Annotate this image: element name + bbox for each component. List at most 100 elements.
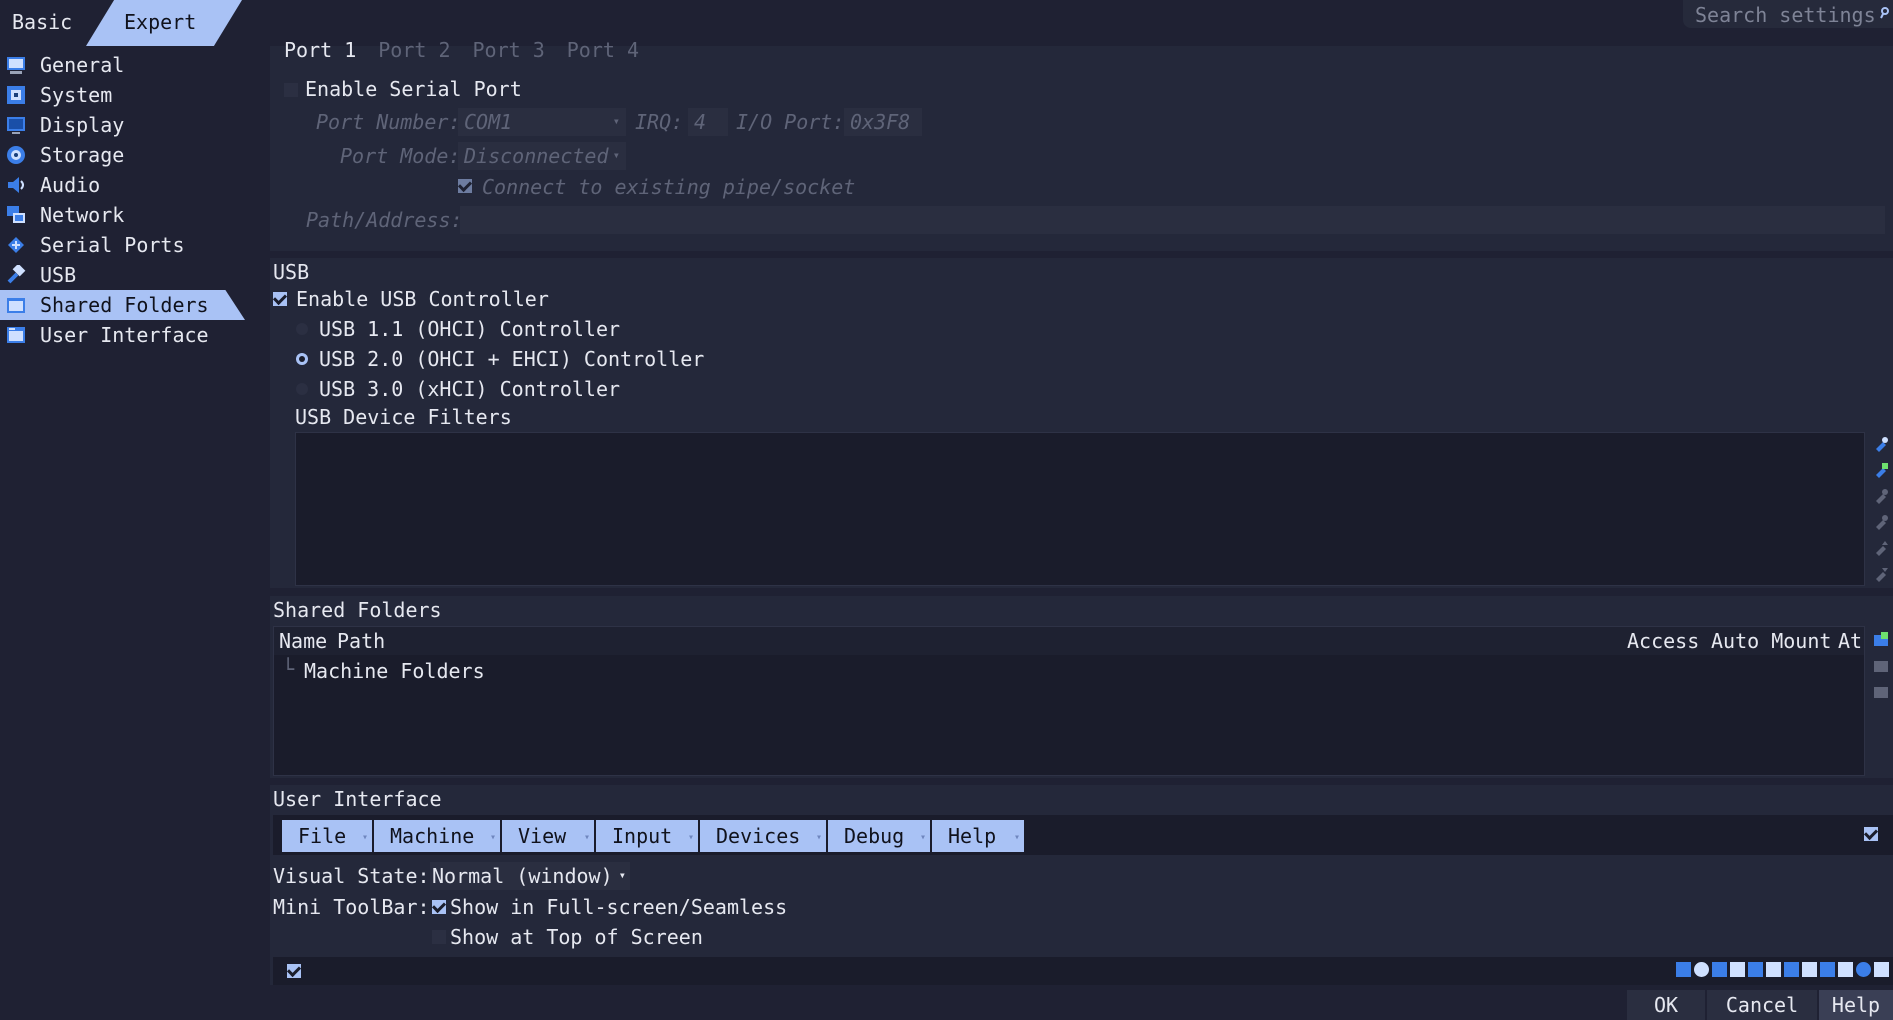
enable-usb-checkbox[interactable] bbox=[273, 292, 287, 306]
io-port-field[interactable]: 0x3F8 bbox=[844, 108, 922, 136]
menubar-enabled-checkbox[interactable] bbox=[1864, 827, 1878, 841]
column-path[interactable]: Path bbox=[337, 629, 385, 653]
cancel-button[interactable]: Cancel bbox=[1707, 990, 1817, 1020]
usb-1-radio[interactable] bbox=[296, 323, 308, 335]
tab-basic[interactable]: Basic bbox=[12, 10, 72, 34]
sidebar-item-network[interactable]: Network bbox=[0, 200, 245, 230]
audio-icon bbox=[8, 177, 24, 193]
network-indicator-icon[interactable] bbox=[1748, 962, 1763, 977]
edit-usb-filter-icon[interactable] bbox=[1873, 488, 1889, 504]
port-tabs: Port 1 Port 2 Port 3 Port 4 bbox=[284, 38, 639, 62]
system-icon bbox=[7, 86, 25, 104]
column-name[interactable]: Name bbox=[279, 629, 327, 653]
sidebar-item-label: USB bbox=[40, 263, 77, 287]
ok-button[interactable]: OK bbox=[1627, 990, 1705, 1020]
add-usb-filter-from-device-icon[interactable] bbox=[1873, 462, 1889, 478]
usb-2-radio[interactable] bbox=[296, 353, 308, 365]
sidebar-item-audio[interactable]: Audio bbox=[0, 170, 245, 200]
tab-expert[interactable]: Expert bbox=[86, 0, 242, 46]
shared-folders-title: Shared Folders bbox=[273, 598, 442, 622]
move-usb-filter-up-icon[interactable] bbox=[1873, 540, 1889, 556]
menu-input-button[interactable]: Input ▾ bbox=[596, 820, 698, 852]
tab-port-4[interactable]: Port 4 bbox=[567, 38, 639, 62]
visual-state-select[interactable]: Normal (window) ▾ bbox=[430, 862, 630, 890]
visual-state-label: Visual State: bbox=[273, 864, 430, 888]
sidebar-item-label: Shared Folders bbox=[40, 293, 209, 317]
remove-usb-filter-icon[interactable] bbox=[1873, 514, 1889, 530]
search-input[interactable]: Search settings bbox=[1683, 0, 1893, 28]
port-number-select[interactable]: COM1 ▾ bbox=[458, 108, 626, 136]
help-button[interactable]: Help bbox=[1819, 990, 1893, 1020]
usb-section: USB Enable USB Controller USB 1.1 (OHCI)… bbox=[270, 258, 1893, 588]
connect-pipe-checkbox[interactable] bbox=[458, 179, 472, 193]
tab-expert-label: Expert bbox=[124, 10, 197, 34]
sidebar-item-label: Serial Ports bbox=[40, 233, 185, 257]
sidebar-item-usb[interactable]: USB bbox=[0, 260, 245, 290]
shared-folders-indicator-icon[interactable] bbox=[1784, 962, 1799, 977]
port-mode-select[interactable]: Disconnected ▾ bbox=[458, 142, 626, 170]
sidebar-item-system[interactable]: System bbox=[0, 80, 245, 110]
menu-help-button[interactable]: Help ▾ bbox=[932, 820, 1024, 852]
hard-disk-icon[interactable] bbox=[1676, 962, 1691, 977]
floppy-icon[interactable] bbox=[1712, 962, 1727, 977]
menu-file-button[interactable]: File ▾ bbox=[282, 820, 372, 852]
menu-machine-label: Machine bbox=[390, 824, 475, 848]
menu-debug-button[interactable]: Debug ▾ bbox=[828, 820, 930, 852]
sidebar-item-shared-folders[interactable]: Shared Folders bbox=[0, 290, 245, 320]
edit-shared-folder-icon[interactable] bbox=[1873, 658, 1889, 674]
audio-indicator-icon[interactable] bbox=[1730, 962, 1745, 977]
sidebar-item-storage[interactable]: Storage bbox=[0, 140, 245, 170]
port-mode-label: Port Mode: bbox=[340, 144, 461, 168]
column-access[interactable]: Access bbox=[1627, 629, 1699, 653]
display-indicator-icon[interactable] bbox=[1802, 962, 1817, 977]
optical-drive-icon[interactable] bbox=[1694, 962, 1709, 977]
tab-port-1[interactable]: Port 1 bbox=[284, 38, 356, 62]
tree-item-machine-folders[interactable]: Machine Folders bbox=[304, 659, 485, 683]
mini-toolbar-label: Mini ToolBar: bbox=[273, 895, 430, 919]
chevron-down-icon: ▾ bbox=[612, 148, 620, 162]
usb-3-radio[interactable] bbox=[296, 383, 308, 395]
sidebar-item-label: User Interface bbox=[40, 323, 209, 347]
sidebar-item-display[interactable]: Display bbox=[0, 110, 245, 140]
column-auto-mount[interactable]: Auto Mount bbox=[1711, 629, 1831, 653]
recording-indicator-icon[interactable] bbox=[1820, 962, 1835, 977]
keyboard-indicator-icon[interactable] bbox=[1874, 962, 1889, 977]
enable-usb-label: Enable USB Controller bbox=[296, 287, 549, 311]
show-fullscreen-checkbox[interactable] bbox=[432, 900, 446, 914]
sidebar-item-serial-ports[interactable]: Serial Ports bbox=[0, 230, 245, 260]
show-top-checkbox[interactable] bbox=[432, 930, 446, 944]
tab-port-3[interactable]: Port 3 bbox=[473, 38, 545, 62]
menu-devices-button[interactable]: Devices ▾ bbox=[700, 820, 826, 852]
sidebar-item-label: Display bbox=[40, 113, 125, 137]
sidebar-item-label: Storage bbox=[40, 143, 125, 167]
add-usb-filter-icon[interactable] bbox=[1873, 436, 1889, 452]
mode-tabs: Basic Expert bbox=[0, 0, 250, 46]
add-shared-folder-icon[interactable] bbox=[1873, 632, 1889, 648]
io-port-value: 0x3F8 bbox=[850, 110, 911, 134]
sidebar-item-label: General bbox=[40, 53, 125, 77]
menu-view-button[interactable]: View ▾ bbox=[502, 820, 594, 852]
column-at[interactable]: At bbox=[1838, 629, 1862, 653]
statusbar-enabled-checkbox[interactable] bbox=[287, 964, 301, 978]
cpu-indicator-icon[interactable] bbox=[1838, 962, 1853, 977]
sidebar-item-label: Audio bbox=[40, 173, 101, 197]
tab-port-2[interactable]: Port 2 bbox=[378, 38, 450, 62]
menu-help-label: Help bbox=[948, 824, 997, 848]
usb-indicator-icon[interactable] bbox=[1766, 962, 1781, 977]
sidebar-item-general[interactable]: General bbox=[0, 50, 245, 80]
shared-folders-table[interactable]: Name Path Access Auto Mount At └ Machine… bbox=[273, 626, 1865, 776]
chevron-down-icon: ▾ bbox=[618, 868, 626, 882]
enable-serial-port-checkbox[interactable] bbox=[284, 83, 298, 97]
move-usb-filter-down-icon[interactable] bbox=[1873, 566, 1889, 582]
irq-field[interactable]: 4 bbox=[688, 108, 728, 136]
usb-filters-label: USB Device Filters bbox=[295, 405, 512, 429]
usb-filters-list[interactable] bbox=[295, 432, 1865, 586]
path-address-field[interactable] bbox=[460, 206, 1885, 234]
usb-2-label: USB 2.0 (OHCI + EHCI) Controller bbox=[319, 347, 705, 371]
shared-folders-icon bbox=[7, 298, 25, 313]
remove-shared-folder-icon[interactable] bbox=[1873, 684, 1889, 700]
menu-machine-button[interactable]: Machine ▾ bbox=[374, 820, 500, 852]
port-number-label: Port Number: bbox=[316, 110, 461, 134]
sidebar-item-user-interface[interactable]: User Interface bbox=[0, 320, 245, 350]
mouse-indicator-icon[interactable] bbox=[1856, 962, 1871, 977]
